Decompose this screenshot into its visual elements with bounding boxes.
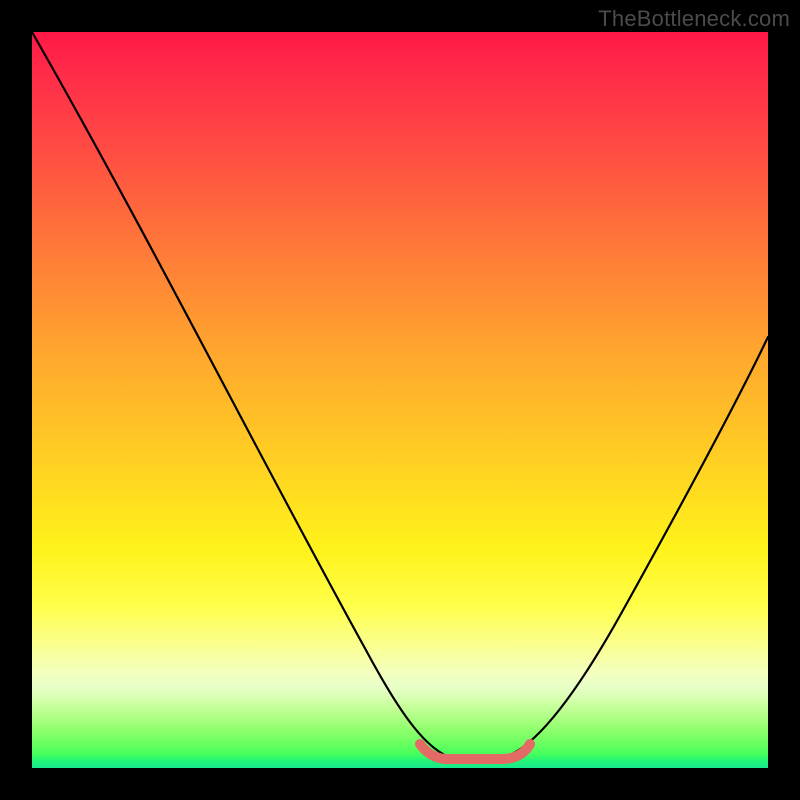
bottleneck-curve bbox=[32, 32, 768, 758]
watermark-text: TheBottleneck.com bbox=[598, 6, 790, 32]
chart-frame: TheBottleneck.com bbox=[0, 0, 800, 800]
flat-region-marker bbox=[420, 744, 530, 759]
chart-curve-layer bbox=[32, 32, 768, 768]
